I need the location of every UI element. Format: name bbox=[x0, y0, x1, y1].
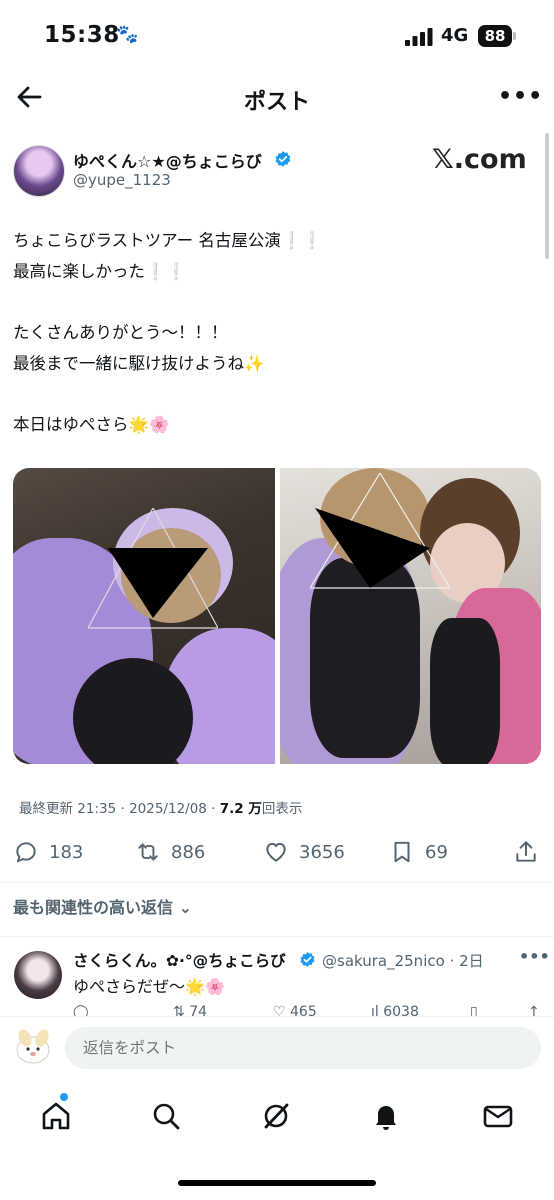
cherry-blossom-emoji: 🌸 bbox=[149, 415, 170, 434]
reply-handle-time[interactable]: @sakura_25nico · 2日 bbox=[322, 950, 484, 971]
post-text-line-1: ちょこらびラストツアー 名古屋公演❕❕ bbox=[13, 231, 323, 250]
post-text-line-5: 本日はゆぺさら🌟🌸 bbox=[13, 415, 170, 434]
share-button[interactable] bbox=[513, 838, 549, 866]
reply-count: 183 bbox=[49, 841, 84, 863]
repost-button[interactable]: 886 bbox=[135, 838, 205, 866]
notification-dot bbox=[60, 1093, 68, 1101]
status-time: 15:38 bbox=[44, 22, 120, 48]
divider bbox=[0, 882, 554, 883]
messages-mail-icon[interactable] bbox=[481, 1099, 515, 1133]
bookmark-count: 69 bbox=[425, 841, 448, 863]
post-text-line-2: 最高に楽しかった❕❕ bbox=[13, 262, 187, 281]
like-count: 3656 bbox=[299, 841, 345, 863]
reply-input[interactable] bbox=[65, 1027, 541, 1069]
share-icon bbox=[516, 841, 536, 862]
bookmark-icon bbox=[394, 841, 410, 863]
repost-icon bbox=[138, 843, 158, 861]
views-count: 7.2 万 bbox=[219, 801, 262, 817]
reply-author-avatar[interactable] bbox=[14, 951, 62, 999]
like-button[interactable]: 3656 bbox=[263, 838, 345, 866]
signal-icon bbox=[405, 28, 433, 46]
verified-badge-icon bbox=[300, 952, 315, 967]
post-text-line-4: 最後まで一緒に駆け抜けようね✨ bbox=[13, 354, 265, 373]
search-icon[interactable] bbox=[149, 1099, 183, 1133]
post-photo-1[interactable] bbox=[13, 468, 275, 764]
reply-author-name[interactable]: さくらくん。✿·°@ちょこらび bbox=[73, 949, 286, 971]
verified-badge-icon bbox=[275, 151, 291, 167]
user-avatar-icon[interactable] bbox=[11, 1024, 55, 1068]
cherry-blossom-emoji: 🌸 bbox=[204, 977, 225, 996]
page-title: ポスト bbox=[243, 90, 310, 115]
divider bbox=[0, 936, 554, 937]
notifications-bell-icon[interactable] bbox=[369, 1099, 403, 1133]
sparkles-emoji: ✨ bbox=[244, 354, 265, 373]
scrollbar[interactable] bbox=[545, 133, 549, 259]
network-type: 4G bbox=[441, 25, 469, 46]
bookmark-button[interactable]: 69 bbox=[389, 838, 448, 866]
post-photo-2[interactable] bbox=[280, 468, 541, 764]
author-handle[interactable]: @yupe_1123 bbox=[73, 171, 171, 189]
author-name[interactable]: ゆぺくん☆★@ちょこらび bbox=[73, 148, 262, 172]
glowing-star-emoji: 🌟 bbox=[185, 977, 205, 996]
reply-button[interactable]: 183 bbox=[13, 838, 83, 866]
x-com-watermark: 𝕏.com bbox=[432, 144, 527, 175]
reply-text: ゆぺさらだぜ〜🌟🌸 bbox=[73, 977, 225, 996]
post-text-line-3: たくさんありがとう〜！！！ bbox=[13, 323, 228, 342]
author-avatar[interactable] bbox=[13, 145, 65, 197]
home-indicator bbox=[178, 1180, 376, 1186]
heart-icon bbox=[266, 842, 286, 862]
more-options-icon[interactable]: ••• bbox=[498, 84, 543, 109]
reply-icon bbox=[16, 842, 36, 863]
home-icon[interactable] bbox=[39, 1099, 73, 1133]
chevron-down-icon: ⌄ bbox=[173, 898, 192, 917]
grok-icon[interactable] bbox=[259, 1099, 293, 1133]
battery-level: 88 bbox=[478, 25, 512, 47]
battery-tip bbox=[513, 32, 516, 40]
repost-count: 886 bbox=[171, 841, 206, 863]
post-meta: 最終更新 21:35 · 2025/12/08 · 7.2 万回表示 bbox=[19, 801, 303, 817]
glowing-star-emoji: 🌟 bbox=[128, 415, 150, 434]
reply-sort-selector[interactable]: 最も関連性の高い返信 ⌄ bbox=[13, 894, 192, 918]
reply-more-icon[interactable]: ••• bbox=[519, 947, 550, 966]
paw-icon: 🐾 bbox=[116, 24, 139, 45]
